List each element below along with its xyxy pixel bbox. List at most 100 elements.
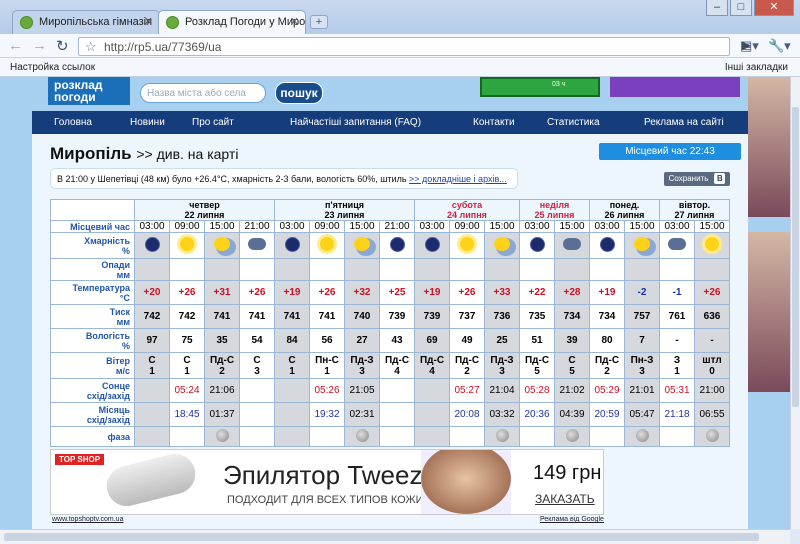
partly-weather-icon xyxy=(354,237,370,251)
bookmark-star-icon[interactable]: ☆ xyxy=(85,39,97,55)
row-label-name: Тиск xyxy=(109,306,130,317)
nav-about[interactable]: Про сайт xyxy=(192,117,234,128)
sun-cell: 05:31 xyxy=(659,378,695,403)
order-link[interactable]: ЗАКАЗАТЬ xyxy=(535,492,595,506)
wind-speed: 4 xyxy=(394,365,400,377)
nav-news[interactable]: Новини xyxy=(130,117,165,128)
save-button[interactable]: Сохранить В xyxy=(664,172,730,186)
other-bookmarks[interactable]: Інші закладки xyxy=(725,62,788,73)
back-arrow-icon[interactable]: ← xyxy=(8,37,23,54)
moon-phase-icon xyxy=(215,428,229,442)
temperature-value: +26 xyxy=(248,287,266,298)
page-menu-icon[interactable]: ▤▾ xyxy=(740,38,759,54)
wind-direction: Пн-С xyxy=(315,354,339,366)
nav-advertising[interactable]: Реклама на сайті xyxy=(644,117,724,128)
minimize-button[interactable]: – xyxy=(706,0,728,16)
pressure-value: 742 xyxy=(178,311,196,322)
close-window-button[interactable]: ✕ xyxy=(754,0,794,16)
moon-set: 04:39 xyxy=(559,409,585,420)
sun-rise: 05:29 xyxy=(594,385,620,396)
sun-weather-icon xyxy=(460,237,474,251)
moon-weather-icon xyxy=(144,236,160,252)
details-link[interactable]: >> докладніше і архів... xyxy=(409,174,507,184)
pressure-cell: 734 xyxy=(589,304,625,329)
pressure-cell: 736 xyxy=(484,304,520,329)
precip-cell xyxy=(169,258,205,281)
moon-rise: 20:36 xyxy=(524,409,550,420)
address-bar[interactable]: ☆ http://rp5.ua/77369/ua ▶ xyxy=(78,37,751,56)
tab-weather[interactable]: Розклад Погоди у Мироп... ✕ xyxy=(158,10,306,34)
row-label: Хмарність% xyxy=(50,232,135,259)
sun-rise: 05:27 xyxy=(454,385,480,396)
humidity-cell: 43 xyxy=(379,328,415,353)
cloud-cell xyxy=(659,232,695,259)
moon-phase-icon xyxy=(635,428,649,442)
precip-cell xyxy=(204,258,240,281)
topshop-link[interactable]: www.topshoptv.com.ua xyxy=(52,516,123,523)
row-label: Вітер м/с xyxy=(50,352,135,379)
moon-phase-icon xyxy=(495,428,509,442)
wind-cell: С1 xyxy=(274,352,310,379)
site-logo[interactable]: розклад погоди xyxy=(48,77,130,105)
maximize-button[interactable]: □ xyxy=(730,0,752,16)
pressure-value: 734 xyxy=(563,311,581,322)
humidity-value: 84 xyxy=(286,335,298,346)
row-label-unit: схід/захід xyxy=(86,390,130,401)
pressure-value: 737 xyxy=(458,311,476,322)
nav-contacts[interactable]: Контакти xyxy=(473,117,515,128)
close-tab-icon[interactable]: ✕ xyxy=(290,15,299,28)
nav-faq[interactable]: Найчастіші запитання (FAQ) xyxy=(290,117,421,128)
cloud-cell xyxy=(484,232,520,259)
moon-cell xyxy=(379,402,415,427)
cloud-weather-icon xyxy=(668,238,686,250)
wind-speed: 0 xyxy=(709,365,715,377)
tab-gymnasium[interactable]: Миропільська гімназія ✕ xyxy=(12,10,160,34)
search-button[interactable]: пошук xyxy=(275,82,323,104)
side-ad-photo[interactable] xyxy=(748,232,790,392)
day-header: неділя 25 липня xyxy=(519,199,590,221)
header-ad[interactable]: 03 ч xyxy=(480,77,600,97)
moon-cell xyxy=(274,402,310,427)
ad-banner[interactable]: TOP SHOP Эпилятор Tweezer ПОДХОДИТ ДЛЯ В… xyxy=(50,449,604,515)
row-label-unit: мм xyxy=(116,316,130,327)
map-link[interactable]: >> див. на карті xyxy=(136,146,238,162)
temperature-value: +28 xyxy=(563,287,581,298)
sun-set: 21:01 xyxy=(629,385,655,396)
google-ads-link[interactable]: Реклама від Google xyxy=(540,516,604,523)
row-label-name: Температура xyxy=(72,282,130,293)
day-header: п'ятниця 23 липня xyxy=(274,199,415,221)
vertical-scrollbar[interactable] xyxy=(790,77,800,529)
day-date: 23 липня xyxy=(324,210,365,220)
city-search-input[interactable]: Назва міста або села xyxy=(140,83,266,103)
day-date: 27 липня xyxy=(674,210,715,220)
wind-direction: С xyxy=(568,354,576,366)
humidity-cell: 7 xyxy=(624,328,660,353)
close-tab-icon[interactable]: ✕ xyxy=(144,15,153,28)
pressure-value: 735 xyxy=(528,311,546,322)
wind-direction: Пд-С xyxy=(524,354,550,366)
browser-toolbar: ← → ↻ ☆ http://rp5.ua/77369/ua ▶ ▤▾ 🔧▾ xyxy=(0,34,800,58)
moon-phase-cell xyxy=(554,426,590,447)
pressure-cell: 741 xyxy=(239,304,275,329)
wind-cell: Пд-С 5 xyxy=(519,352,555,379)
wrench-menu-icon[interactable]: 🔧▾ xyxy=(768,38,791,54)
sun-set: 21:00 xyxy=(699,385,725,396)
horizontal-scrollbar[interactable] xyxy=(0,529,790,544)
humidity-value: 49 xyxy=(461,335,473,346)
row-label: Тиск мм xyxy=(50,304,135,329)
bookmark-item[interactable]: Настройка ссылок xyxy=(10,62,95,73)
row-label-unit: °C xyxy=(119,292,130,303)
sun-cell: 21:05 xyxy=(344,378,380,403)
cloud-cell xyxy=(589,232,625,259)
reload-icon[interactable]: ↻ xyxy=(56,37,69,55)
header-ad[interactable] xyxy=(610,77,740,97)
wind-direction: Пд-С xyxy=(384,354,410,366)
moon-phase-cell xyxy=(309,426,345,447)
nav-statistics[interactable]: Статистика xyxy=(547,117,600,128)
forward-arrow-icon[interactable]: → xyxy=(32,37,47,54)
row-label-name: Опади xyxy=(101,259,130,270)
new-tab-button[interactable]: + xyxy=(310,15,328,29)
nav-home[interactable]: Головна xyxy=(54,117,92,128)
hour-cell: 15:00 xyxy=(344,220,380,233)
wind-direction: Пн-З xyxy=(630,354,654,366)
